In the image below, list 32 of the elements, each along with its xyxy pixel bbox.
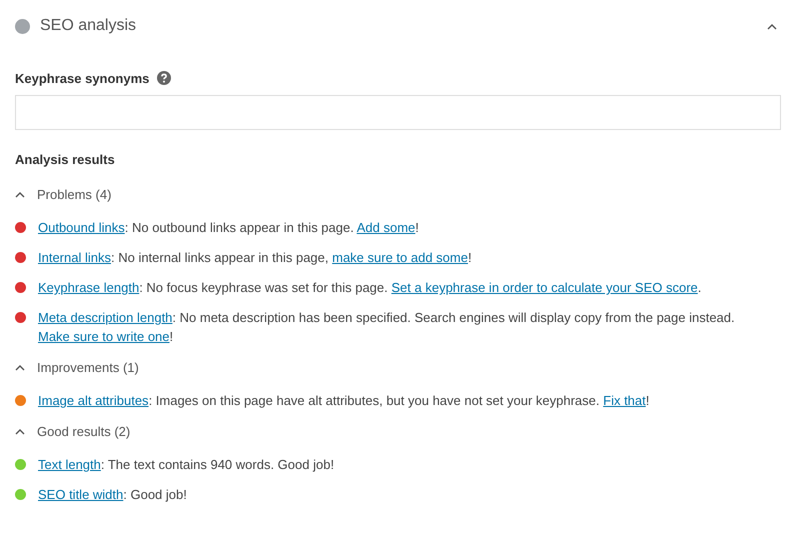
result-text: Internal links: No internal links appear in this page, make sure to add some!	[38, 249, 473, 267]
group-toggle[interactable]: Problems (4)	[15, 184, 112, 204]
result-link[interactable]: Image alt attributes	[38, 393, 149, 408]
result-link[interactable]: Fix that	[603, 393, 646, 408]
result-link[interactable]: Outbound links	[38, 220, 125, 235]
result-link[interactable]: Text length	[38, 457, 101, 472]
result-text: Meta description length: No meta description has been specified. Search engines will display copy from the page instead. Make sure to write one!	[38, 309, 736, 346]
result-link[interactable]: make sure to add some	[332, 250, 468, 265]
result-link[interactable]: Make sure to write one	[38, 329, 170, 344]
result-text: Outbound links: No outbound links appear in this page. Add some!	[38, 219, 420, 237]
help-icon[interactable]	[157, 71, 172, 85]
result-link[interactable]: Add some	[356, 220, 416, 235]
group-toggle[interactable]: Good results (2)	[15, 421, 130, 441]
result-link[interactable]: Keyphrase length	[38, 280, 140, 295]
field-label: Keyphrase synonyms	[15, 70, 150, 86]
result-text: Text length: The text contains 940 words. Good job!	[38, 456, 336, 474]
chevron-up-icon[interactable]	[15, 428, 25, 434]
result-text: SEO title width: Good job!	[38, 486, 188, 504]
synonyms-field[interactable]	[15, 95, 781, 130]
result-text: Keyphrase length: No focus keyphrase was set for this page. Set a keyphrase in order to calculate your SEO score.	[38, 279, 702, 297]
section-heading: Analysis results	[15, 152, 116, 167]
score-dot	[15, 18, 30, 34]
chevron-up-icon[interactable]	[15, 364, 25, 370]
result-link[interactable]: Internal links	[38, 250, 111, 265]
result-text: Image alt attributes: Images on this page have alt attributes, but you have not set your keyphrase. Fix that!	[38, 392, 650, 410]
result-link[interactable]: SEO title width	[38, 487, 124, 502]
panel-title: SEO analysis	[40, 17, 138, 35]
result-link[interactable]: Set a keyphrase in order to calculate your SEO score	[391, 280, 698, 295]
result-link[interactable]: Meta description length	[38, 310, 172, 325]
group-toggle[interactable]: Improvements (1)	[15, 357, 139, 377]
chevron-up-icon[interactable]	[767, 22, 777, 30]
chevron-up-icon[interactable]	[15, 190, 25, 198]
